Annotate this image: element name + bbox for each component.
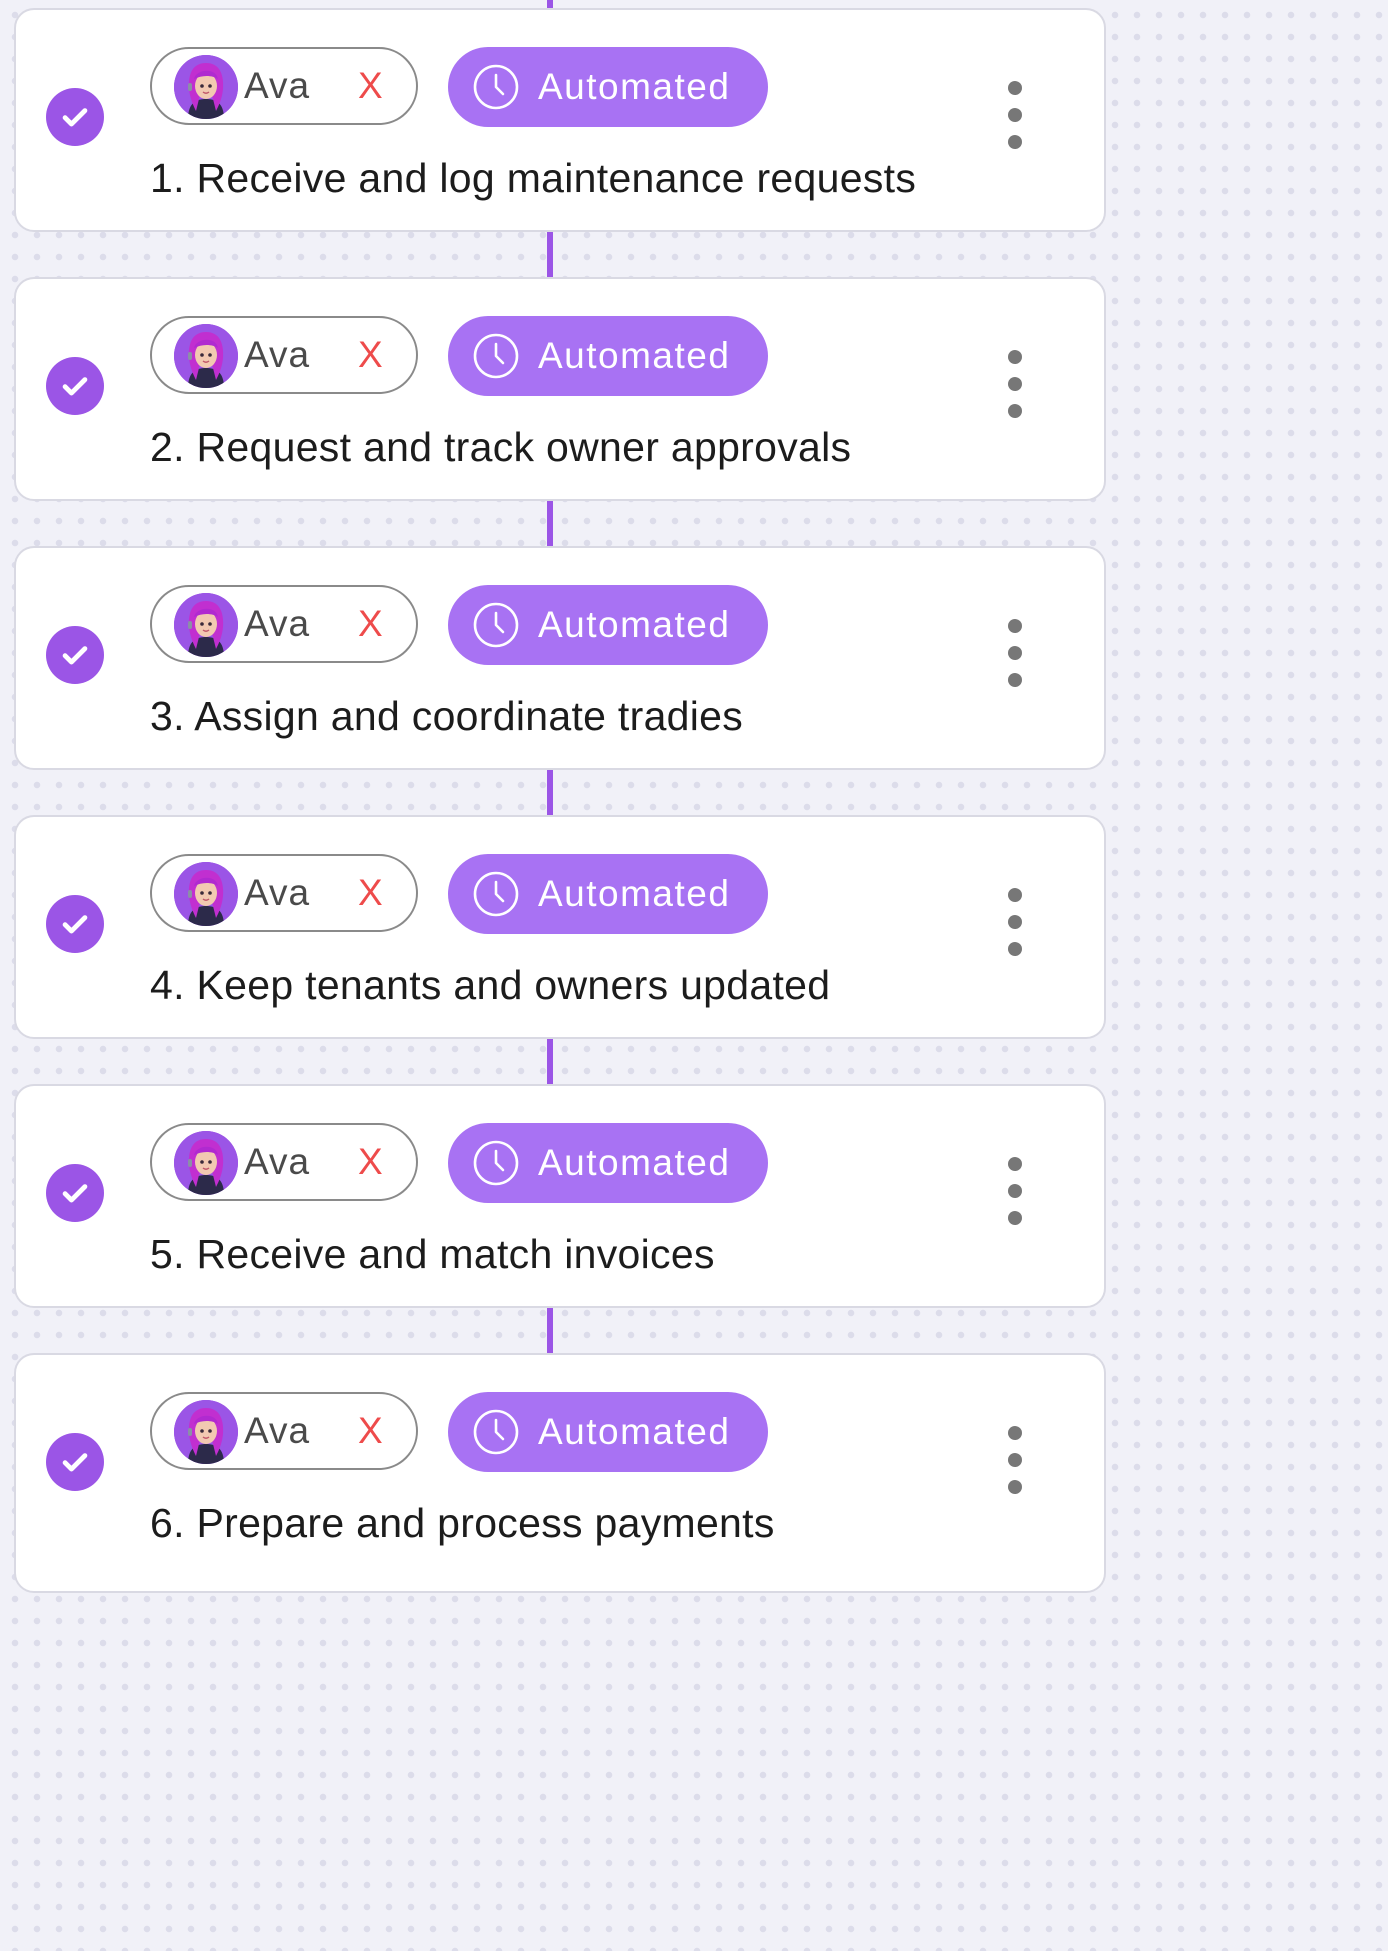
automated-badge[interactable]: Automated xyxy=(448,1123,768,1203)
workflow-step-card[interactable]: Ava X Automated 3. Assign and coordinate… xyxy=(14,546,1106,770)
avatar xyxy=(174,1131,238,1195)
more-options-icon[interactable] xyxy=(998,77,1032,157)
automated-badge[interactable]: Automated xyxy=(448,47,768,127)
more-options-icon[interactable] xyxy=(998,1153,1032,1233)
step-title: 2. Request and track owner approvals xyxy=(150,424,852,470)
clock-icon xyxy=(473,64,519,110)
assignee-name: Ava xyxy=(244,334,311,375)
clock-icon xyxy=(473,871,519,917)
more-options-icon[interactable] xyxy=(998,615,1032,695)
clock-icon xyxy=(473,333,519,379)
more-options-icon[interactable] xyxy=(998,884,1032,964)
step-title: 5. Receive and match invoices xyxy=(150,1231,715,1277)
remove-assignee-button[interactable]: X xyxy=(358,61,383,111)
avatar xyxy=(174,593,238,657)
check-circle-icon xyxy=(46,1433,104,1491)
remove-assignee-button[interactable]: X xyxy=(358,1406,383,1456)
workflow-step-card[interactable]: Ava X Automated 5. Receive and match inv… xyxy=(14,1084,1106,1308)
check-circle-icon xyxy=(46,357,104,415)
workflow-step-card[interactable]: Ava X Automated 1. Receive and log maint… xyxy=(14,8,1106,232)
assignee-chip[interactable]: Ava X xyxy=(150,47,418,125)
remove-assignee-button[interactable]: X xyxy=(358,1137,383,1187)
assignee-name: Ava xyxy=(244,872,311,913)
workflow-step-card[interactable]: Ava X Automated 6. Prepare and process p… xyxy=(14,1353,1106,1593)
clock-icon xyxy=(473,1140,519,1186)
workflow-connector-line xyxy=(547,0,553,1568)
automated-badge[interactable]: Automated xyxy=(448,854,768,934)
step-title: 4. Keep tenants and owners updated xyxy=(150,962,831,1008)
more-options-icon[interactable] xyxy=(998,346,1032,426)
assignee-chip[interactable]: Ava X xyxy=(150,316,418,394)
workflow-step-card[interactable]: Ava X Automated 2. Request and track own… xyxy=(14,277,1106,501)
step-title: 6. Prepare and process payments xyxy=(150,1500,775,1546)
automated-badge[interactable]: Automated xyxy=(448,1392,768,1472)
assignee-chip[interactable]: Ava X xyxy=(150,1123,418,1201)
automated-label: Automated xyxy=(538,335,731,376)
clock-icon xyxy=(473,1409,519,1455)
automated-label: Automated xyxy=(538,1411,731,1452)
check-circle-icon xyxy=(46,88,104,146)
remove-assignee-button[interactable]: X xyxy=(358,599,383,649)
automated-label: Automated xyxy=(538,66,731,107)
check-circle-icon xyxy=(46,626,104,684)
more-options-icon[interactable] xyxy=(998,1422,1032,1502)
assignee-chip[interactable]: Ava X xyxy=(150,854,418,932)
remove-assignee-button[interactable]: X xyxy=(358,330,383,380)
assignee-name: Ava xyxy=(244,65,311,106)
avatar xyxy=(174,55,238,119)
automated-badge[interactable]: Automated xyxy=(448,585,768,665)
assignee-name: Ava xyxy=(244,1410,311,1451)
automated-badge[interactable]: Automated xyxy=(448,316,768,396)
assignee-chip[interactable]: Ava X xyxy=(150,585,418,663)
check-circle-icon xyxy=(46,895,104,953)
remove-assignee-button[interactable]: X xyxy=(358,868,383,918)
automated-label: Automated xyxy=(538,873,731,914)
automated-label: Automated xyxy=(538,1142,731,1183)
avatar xyxy=(174,862,238,926)
automated-label: Automated xyxy=(538,604,731,645)
clock-icon xyxy=(473,602,519,648)
avatar xyxy=(174,1400,238,1464)
step-title: 1. Receive and log maintenance requests xyxy=(150,155,917,201)
assignee-name: Ava xyxy=(244,1141,311,1182)
step-title: 3. Assign and coordinate tradies xyxy=(150,693,744,739)
avatar xyxy=(174,324,238,388)
check-circle-icon xyxy=(46,1164,104,1222)
workflow-step-card[interactable]: Ava X Automated 4. Keep tenants and owne… xyxy=(14,815,1106,1039)
assignee-chip[interactable]: Ava X xyxy=(150,1392,418,1470)
assignee-name: Ava xyxy=(244,603,311,644)
